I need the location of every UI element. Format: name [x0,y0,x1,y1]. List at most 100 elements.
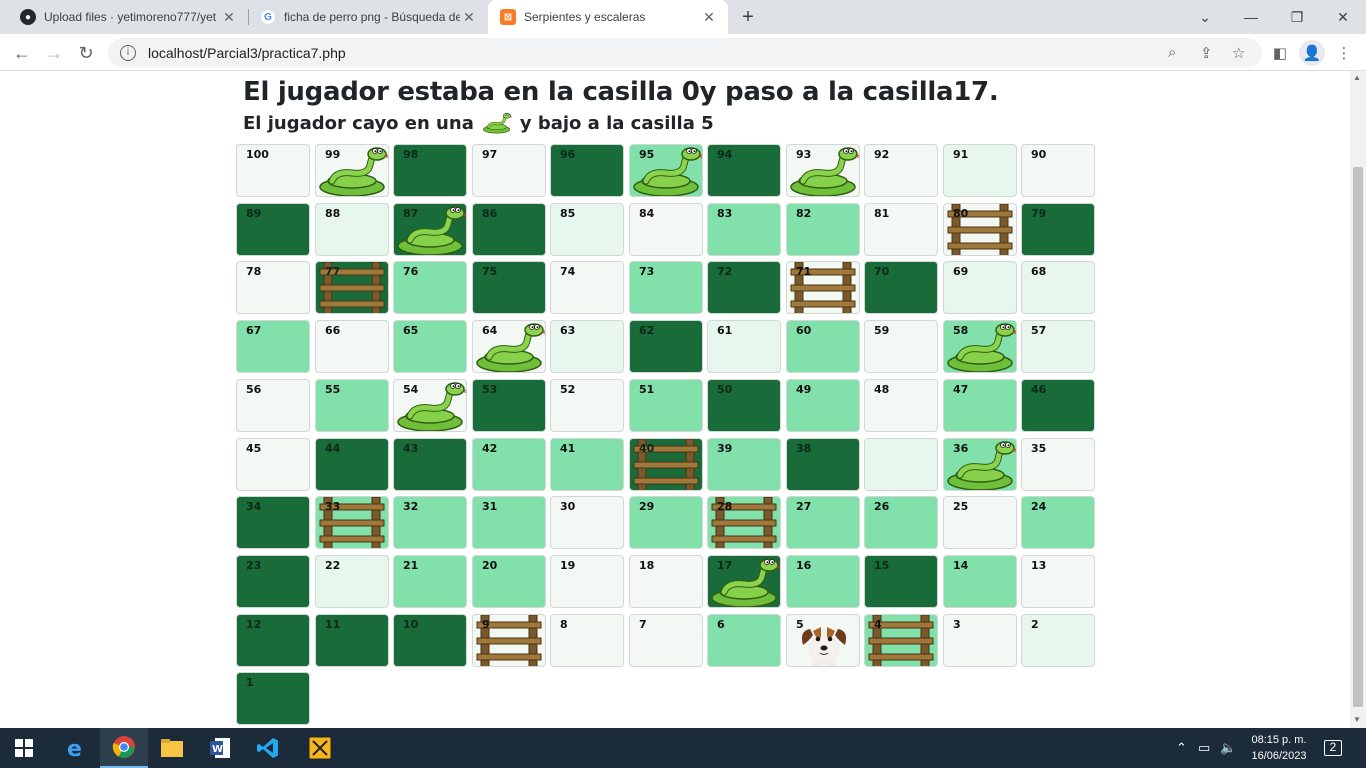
cell-number: 87 [403,207,419,220]
menu-icon[interactable]: ⋮ [1331,40,1357,66]
board-cell: 86 [472,203,546,256]
back-button[interactable]: ← [8,39,36,67]
close-window-button[interactable]: ✕ [1320,0,1366,34]
board-cell: 53 [472,379,546,432]
board-cell: 55 [315,379,389,432]
xampp-app[interactable] [296,728,344,768]
board-cell: 36 [943,438,1017,491]
cell-number: 60 [796,324,812,337]
board-cell: 19 [550,555,624,608]
cell-number: 9 [482,618,490,631]
scroll-down-arrow[interactable]: ▼ [1353,715,1361,724]
share-icon[interactable]: ⇪ [1200,44,1213,62]
cell-number: 85 [560,207,576,220]
chevron-down-icon[interactable]: ⌄ [1182,0,1228,34]
cell-number: 4 [874,618,882,631]
windows-start-button[interactable] [0,728,48,768]
board-cell: 25 [943,496,1017,549]
word-app[interactable]: W [196,728,244,768]
windows-logo-icon [15,739,33,757]
side-panel-icon[interactable]: ◧ [1267,40,1293,66]
cell-number: 71 [796,265,812,278]
cell-number: 27 [796,500,812,513]
address-bar[interactable]: i localhost/Parcial3/practica7.php [108,38,1262,67]
edge-icon: e [67,737,82,760]
edge-app[interactable]: e [52,728,100,768]
chrome-app[interactable] [100,728,148,768]
cell-number: 48 [874,383,890,396]
board-cell: 40 [629,438,703,491]
cell-number: 93 [796,148,812,161]
tab-google[interactable]: G ficha de perro png - Búsqueda de ✕ [248,0,488,34]
board-cell: 85 [550,203,624,256]
board-cell: 97 [472,144,546,197]
board-cell: 29 [629,496,703,549]
tab-serpientes[interactable]: ⊠ Serpientes y escaleras ✕ [488,0,728,34]
board-cell: 84 [629,203,703,256]
close-icon[interactable]: ✕ [460,8,478,26]
profile-avatar[interactable]: 👤 [1299,40,1325,66]
board-cell: 70 [864,261,938,314]
board-cell: 76 [393,261,467,314]
board-cell: 18 [629,555,703,608]
board-cell: 96 [550,144,624,197]
cell-number: 17 [717,559,733,572]
cell-number: 13 [1031,559,1047,572]
tab-title: ficha de perro png - Búsqueda de [284,10,460,24]
site-info-icon[interactable]: i [120,44,136,61]
notifications-icon[interactable]: 2 [1324,728,1342,768]
close-icon[interactable]: ✕ [700,8,718,26]
board-cell: 59 [864,320,938,373]
cell-number: 16 [796,559,812,572]
tab-github[interactable]: ● Upload files · yetimoreno777/yet ✕ [8,0,248,34]
cell-number: 56 [246,383,262,396]
board-cell: 99 [315,144,389,197]
system-clock[interactable]: 08:15 p. m. 16/06/2023 [1240,732,1318,764]
board-cell: 20 [472,555,546,608]
restore-button[interactable]: ❐ [1274,0,1320,34]
network-icon[interactable]: ▭ [1198,728,1210,768]
board-cell: 82 [786,203,860,256]
reload-button[interactable]: ↻ [72,39,100,67]
cell-number: 32 [403,500,419,513]
cell-number: 41 [560,442,576,455]
cell-number: 26 [874,500,890,513]
forward-button[interactable]: → [40,39,68,67]
scroll-up-arrow[interactable]: ▲ [1353,73,1361,82]
cell-number: 10 [403,618,419,631]
tray-chevron-icon[interactable]: ⌃ [1176,728,1187,768]
browser-toolbar: ← → ↻ i localhost/Parcial3/practica7.php… [0,34,1366,71]
cell-number: 55 [325,383,341,396]
board-cell: 12 [236,614,310,667]
board-cell: 22 [315,555,389,608]
cell-number: 95 [639,148,655,161]
board-cell: 1 [236,672,310,725]
page-scrollbar[interactable]: ▲ ▼ [1350,71,1366,728]
board-cell: 31 [472,496,546,549]
cell-number: 15 [874,559,890,572]
cell-number: 11 [325,618,341,631]
board-cell: 88 [315,203,389,256]
cell-number: 44 [325,442,341,455]
file-explorer-app[interactable] [148,728,196,768]
zoom-icon[interactable]: ⌕ [1168,44,1176,61]
close-icon[interactable]: ✕ [220,8,238,26]
star-icon[interactable]: ☆ [1232,44,1245,62]
cell-number: 33 [325,500,341,513]
minimize-button[interactable]: — [1228,0,1274,34]
github-icon: ● [20,9,36,25]
scroll-thumb[interactable] [1353,167,1363,707]
cell-number: 29 [639,500,655,513]
board-cell: 17 [707,555,781,608]
folder-icon [161,739,183,757]
vscode-app[interactable] [244,728,292,768]
board-cell: 71 [786,261,860,314]
cell-number: 1 [246,676,254,689]
board-cell: 41 [550,438,624,491]
volume-icon[interactable]: 🔈 [1220,728,1236,768]
xampp-taskbar-icon [308,736,332,760]
board-cell: 48 [864,379,938,432]
new-tab-button[interactable]: + [736,5,760,29]
board-cell: 72 [707,261,781,314]
board-cell: 63 [550,320,624,373]
